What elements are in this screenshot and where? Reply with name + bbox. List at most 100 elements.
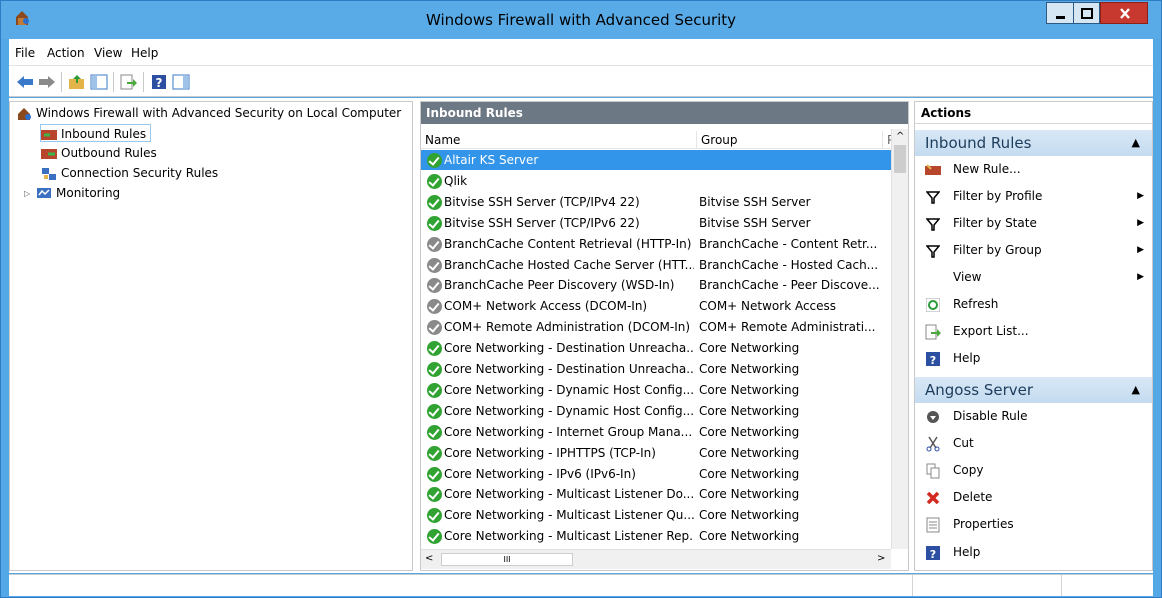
scroll-right-icon[interactable]: > [877,553,885,564]
back-button[interactable] [15,72,35,92]
console-tree: Windows Firewall with Advanced Security … [9,101,413,571]
vertical-scrollbar[interactable]: ^ [891,129,908,549]
rule-name: Core Networking - Multicast Listener Rep… [444,529,694,544]
scroll-up-icon[interactable]: ^ [896,131,904,142]
section-title: Inbound Rules [925,134,1032,152]
submenu-arrow-icon: ▶ [1137,245,1144,255]
rule-row[interactable]: Core Networking - IPHTTPS (TCP-In) Core N… [421,443,891,463]
action-help-2[interactable]: ? Help [915,539,1152,566]
rule-row[interactable]: BranchCache Peer Discovery (WSD-In) Branc… [421,275,891,295]
action-cut[interactable]: Cut [915,430,1152,457]
rule-name: Core Networking - Dynamic Host Config... [444,382,694,397]
rule-group: Core Networking [699,341,800,356]
rule-name: Core Networking - Destination Unreacha..… [444,362,694,376]
rule-row[interactable]: Core Networking - Dynamic Host Config...… [421,401,891,421]
rule-group: COM+ Remote Administrati... [699,320,876,335]
action-disable-rule[interactable]: Disable Rule [915,403,1152,430]
section-title: Angoss Server [925,381,1034,399]
show-hide-tree-button[interactable] [89,72,109,92]
rule-group: Core Networking [699,403,800,418]
status-divider [1061,575,1062,596]
disabled-check-icon [427,236,442,252]
action-copy[interactable]: Copy [915,457,1152,484]
menu-file[interactable]: File [15,46,35,60]
maximize-button[interactable] [1073,2,1100,24]
actions-section-inbound-rules[interactable]: Inbound Rules ▲ [915,130,1152,156]
action-view[interactable]: View ▶ [915,264,1152,291]
up-folder-button[interactable] [67,72,87,92]
rule-row[interactable]: COM+ Remote Administration (DCOM-In) COM+… [421,317,891,337]
rule-row[interactable]: COM+ Network Access (DCOM-In) COM+ Networ… [421,296,891,316]
actions-section-angoss-server[interactable]: Angoss Server ▲ [915,377,1152,403]
action-filter-by-group[interactable]: Filter by Group ▶ [915,237,1152,264]
tree-item-label: Inbound Rules [61,127,147,141]
minimize-button[interactable] [1046,2,1073,24]
action-refresh[interactable]: Refresh [915,291,1152,318]
action-properties[interactable]: Properties [915,511,1152,538]
expand-chevron-icon[interactable]: ▷ [24,185,36,203]
rule-group: Core Networking [699,382,800,397]
column-group[interactable]: Group [697,131,883,149]
rule-row[interactable]: BranchCache Content Retrieval (HTTP-In) B… [421,234,891,254]
action-export-list[interactable]: Export List... [915,318,1152,345]
action-label: Filter by State [953,216,1037,230]
action-label: Filter by Group [953,243,1042,257]
tree-item-inbound-rules[interactable]: Inbound Rules [40,124,152,142]
rule-row[interactable]: Core Networking - Multicast Listener Rep… [421,526,891,546]
show-hide-action-pane-icon [172,74,190,90]
action-label: Disable Rule [953,409,1028,423]
show-hide-action-pane-button[interactable] [171,72,191,92]
help-button[interactable]: ? [149,72,169,92]
action-help[interactable]: ? Help [915,345,1152,372]
menu-help[interactable]: Help [131,46,158,60]
forward-button[interactable] [37,72,57,92]
refresh-icon [925,297,941,313]
enabled-check-icon [427,194,442,210]
rule-row[interactable]: Core Networking - Dynamic Host Config...… [421,380,891,400]
close-button[interactable] [1100,2,1148,24]
column-name[interactable]: Name [421,131,697,149]
main-content: Windows Firewall with Advanced Security … [9,98,1153,573]
svg-text:?: ? [156,76,163,90]
rule-row[interactable]: Core Networking - Internet Group Mana...… [421,422,891,442]
rule-group: BranchCache - Content Retr... [699,236,878,251]
collapse-triangle-icon[interactable]: ▲ [1132,130,1140,156]
export-list-button[interactable] [119,72,139,92]
collapse-triangle-icon[interactable]: ▲ [1132,377,1140,403]
scroll-thumb[interactable] [894,145,906,173]
submenu-arrow-icon: ▶ [1137,191,1144,201]
horizontal-scrollbar[interactable]: < III > [421,549,891,569]
rule-row[interactable]: Core Networking - Multicast Listener Do.… [421,484,891,504]
action-new-rule[interactable]: New Rule... [915,156,1152,183]
action-filter-by-profile[interactable]: Filter by Profile ▶ [915,183,1152,210]
action-filter-by-state[interactable]: Filter by State ▶ [915,210,1152,237]
action-delete[interactable]: Delete [915,484,1152,511]
monitoring-icon [37,187,51,198]
rule-row[interactable]: Altair KS Server [421,150,891,170]
menu-action[interactable]: Action [47,46,85,60]
thumb-grip: III [503,555,511,564]
title-bar[interactable]: Windows Firewall with Advanced Security [1,1,1161,39]
rule-row[interactable]: Core Networking - Destination Unreacha..… [421,338,891,358]
new-rule-icon [925,162,941,178]
tree-item-label: Connection Security Rules [61,166,219,180]
rule-row[interactable]: BranchCache Hosted Cache Server (HTT... B… [421,255,891,275]
menu-view[interactable]: View [94,46,122,60]
scroll-left-icon[interactable]: < [425,553,433,564]
tree-item-connection-security-rules[interactable]: Connection Security Rules [41,164,218,182]
rule-row[interactable]: Core Networking - IPv6 (IPv6-In) Core Net… [421,464,891,484]
rules-pane-header: Inbound Rules [421,102,908,124]
rule-row[interactable]: Core Networking - Destination Unreacha..… [421,359,891,379]
tree-root[interactable]: Windows Firewall with Advanced Security … [16,104,401,122]
rule-row[interactable]: Core Networking - Multicast Listener Qu.… [421,505,891,525]
rule-name: Core Networking - Destination Unreacha..… [444,341,694,356]
tree-item-outbound-rules[interactable]: Outbound Rules [41,144,157,162]
tree-item-monitoring[interactable]: ▷ Monitoring [24,184,120,202]
h-scroll-thumb[interactable]: III [441,553,573,566]
enabled-check-icon [427,382,442,398]
rule-row[interactable]: Bitvise SSH Server (TCP/IPv4 22) Bitvise … [421,192,891,212]
enabled-check-icon [427,424,442,440]
rule-row[interactable]: Qlik [421,171,891,191]
disabled-check-icon [427,278,442,294]
rule-row[interactable]: Bitvise SSH Server (TCP/IPv6 22) Bitvise … [421,213,891,233]
